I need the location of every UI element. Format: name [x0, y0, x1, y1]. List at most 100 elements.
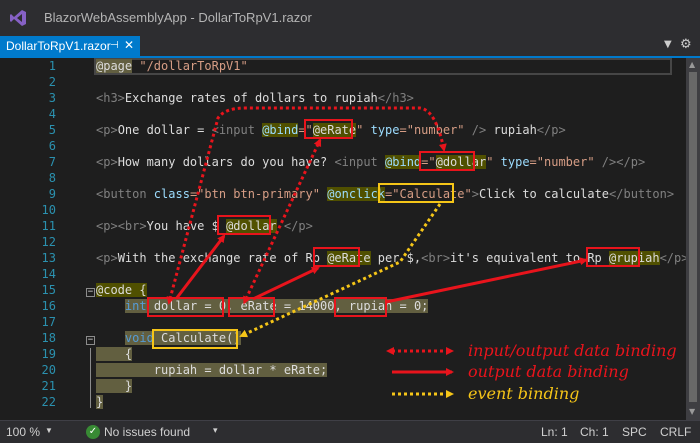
line-number: 13: [41, 251, 56, 265]
assignment: = 14000,: [276, 299, 349, 313]
calculate-handler: "Calculate": [392, 187, 472, 201]
gear-icon[interactable]: ⚙: [680, 37, 692, 52]
calculate-method: Calculate(): [161, 331, 241, 345]
zoom-level[interactable]: 100 %: [6, 425, 40, 439]
line-number: 4: [48, 107, 56, 121]
vertical-scrollbar[interactable]: ▲ ▼: [686, 58, 700, 420]
code-line-5[interactable]: <p>One dollar = <input @bind="@eRate" ty…: [96, 123, 566, 137]
html-tag: <h3>: [96, 91, 125, 105]
line-number: 2: [48, 75, 56, 89]
keyword-void: void: [124, 331, 154, 345]
column-indicator: Ch: 1: [580, 425, 609, 439]
keyword-int: int: [124, 299, 147, 313]
text: rupiah: [486, 123, 537, 137]
line-number: 9: [48, 187, 56, 201]
code-line-21[interactable]: }: [96, 379, 133, 393]
onclick-directive: @onclick: [327, 187, 386, 201]
line-number: 15: [41, 283, 56, 297]
html-tag: <br>: [117, 219, 147, 233]
html-tag: >: [471, 187, 479, 201]
code-line-16[interactable]: int dollar = 0, eRate = 14000, rupiah = …: [96, 299, 429, 313]
code-line-19[interactable]: {: [96, 347, 133, 361]
text: rupiah = dollar * eRate;: [96, 363, 328, 377]
tab-dollartorpv1-razor[interactable]: DollarToRpV1.razor ⊣ ✕: [0, 36, 140, 56]
legend-event-label: event binding: [468, 384, 580, 403]
line-number: 10: [41, 203, 56, 217]
html-tag: <p>: [96, 123, 118, 137]
code-line-15[interactable]: @code {: [96, 283, 147, 297]
dollar-binding: @dollar: [435, 155, 487, 169]
code-line-11[interactable]: <p><br>You have $ @dollar </p>: [96, 219, 313, 233]
space: [153, 331, 162, 345]
whitespace-mode[interactable]: SPC: [622, 425, 647, 439]
attr-equals: =": [298, 123, 313, 137]
line-number: 14: [41, 267, 56, 281]
rupiah-variable: rupiah: [348, 299, 393, 313]
scroll-down-icon[interactable]: ▼: [689, 407, 695, 416]
issues-status[interactable]: No issues found: [104, 425, 190, 439]
rupiah-output: @rupiah: [609, 251, 660, 265]
erate-output: @eRate: [327, 251, 371, 265]
collapse-code-block-icon[interactable]: −: [86, 288, 95, 297]
html-tag: </p>: [283, 219, 313, 233]
text: it's equivalent to Rp: [450, 251, 609, 265]
attr-value: ="number": [399, 123, 465, 137]
dollar-output: @dollar: [226, 219, 277, 233]
text: How many dollars do you have?: [117, 155, 335, 169]
code-line-1[interactable]: @page "/dollarToRpV1": [96, 59, 248, 73]
html-tag: </p>: [659, 251, 686, 265]
erate-variable: eRate: [240, 299, 277, 313]
chevron-down-icon[interactable]: ▼: [45, 426, 53, 435]
chevron-down-icon[interactable]: ▾: [213, 425, 218, 436]
attr-equals: =": [421, 155, 436, 169]
code-line-22[interactable]: }: [96, 395, 104, 409]
window-title: BlazorWebAssemblyApp - DollarToRpV1.razo…: [44, 10, 312, 25]
razor-directive: @page: [96, 59, 133, 73]
text: With the exchange rate of Rp: [117, 251, 328, 265]
scroll-up-icon[interactable]: ▲: [689, 60, 695, 69]
html-tag: <button: [96, 187, 147, 201]
code-line-18[interactable]: void Calculate(): [96, 331, 241, 345]
html-tag: <p>: [96, 251, 118, 265]
line-indicator: Ln: 1: [541, 425, 568, 439]
code-line-13[interactable]: <p>With the exchange rate of Rp @eRate p…: [96, 251, 686, 265]
visual-studio-icon: [10, 10, 26, 26]
status-bar: 100 % ▼ ✓ No issues found ▾ Ln: 1 Ch: 1 …: [0, 420, 700, 443]
code-line-20[interactable]: rupiah = dollar * eRate;: [96, 363, 328, 377]
html-tag: </h3>: [377, 91, 414, 105]
html-tag: <p>: [96, 219, 118, 233]
line-number: 7: [48, 155, 56, 169]
line-number: 19: [41, 347, 56, 361]
string-literal: "/dollarToRpV1": [132, 59, 248, 73]
text: One dollar =: [117, 123, 212, 137]
tab-label: DollarToRpV1.razor: [6, 39, 111, 53]
bind-directive: @bind: [262, 123, 299, 137]
bind-directive: @bind: [385, 155, 422, 169]
line-number: 20: [41, 363, 56, 377]
code-line-9[interactable]: <button class="btn btn-primary" @onclick…: [96, 187, 674, 201]
text: }: [96, 379, 133, 393]
space: [146, 299, 154, 313]
text: {: [96, 347, 133, 361]
text: Exchange rates of dollars to rupiah: [124, 91, 378, 105]
document-tab-strip: DollarToRpV1.razor ⊣ ✕ ▼ ⚙: [0, 36, 700, 56]
tab-list-dropdown-icon[interactable]: ▼: [664, 39, 672, 50]
assignment: = 0,: [197, 299, 241, 313]
html-tag: />: [594, 155, 617, 169]
scroll-thumb[interactable]: [689, 72, 697, 402]
pin-icon[interactable]: ⊣: [110, 40, 119, 51]
attr-value: ="number": [529, 155, 595, 169]
attr-name: type: [363, 123, 400, 137]
close-icon[interactable]: ✕: [124, 38, 134, 52]
collapse-method-icon[interactable]: −: [86, 336, 95, 345]
code-line-3[interactable]: <h3>Exchange rates of dollars to rupiah<…: [96, 91, 414, 105]
code-line-7[interactable]: <p>How many dollars do you have? <input …: [96, 155, 645, 169]
html-tag: <input: [334, 155, 378, 169]
html-tag: <input: [211, 123, 255, 137]
line-number: 22: [41, 395, 56, 409]
line-ending-mode[interactable]: CRLF: [660, 425, 691, 439]
